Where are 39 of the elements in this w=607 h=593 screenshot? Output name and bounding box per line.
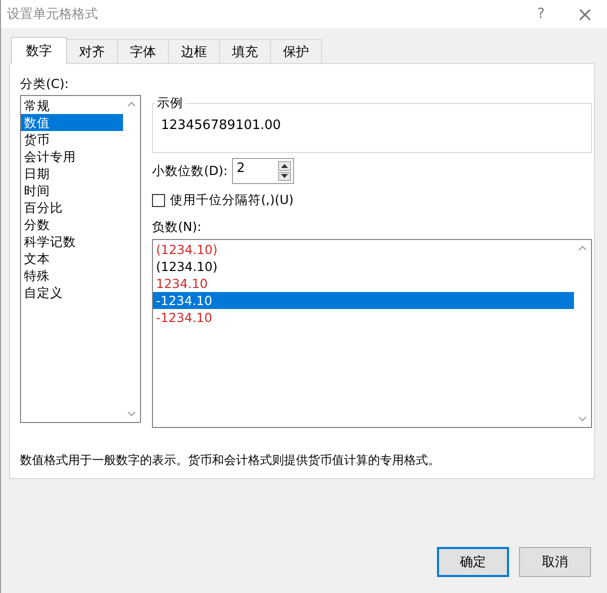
category-item[interactable]: 日期 — [21, 165, 123, 182]
category-item[interactable]: 时间 — [21, 182, 123, 199]
category-label: 分类(C): — [20, 76, 70, 93]
category-item[interactable]: 常规 — [21, 97, 123, 114]
scroll-down-icon — [578, 416, 587, 422]
category-item[interactable]: 特殊 — [21, 267, 123, 284]
category-item[interactable]: 科学记数 — [21, 233, 123, 250]
negative-number-option[interactable]: (1234.10) — [153, 258, 574, 275]
negative-numbers-label: 负数(N): — [152, 219, 202, 236]
sample-value: 123456789101.00 — [161, 118, 282, 133]
category-item[interactable]: 货币 — [21, 131, 123, 148]
checkbox-label: 使用千位分隔符(,)(U) — [170, 192, 294, 209]
description-text: 数值格式用于一般数字的表示。货币和会计格式则提供货币值计算的专用格式。 — [20, 452, 441, 469]
decimal-places-spinner[interactable]: 2 — [232, 158, 294, 184]
category-item[interactable]: 文本 — [21, 250, 123, 267]
negative-number-option[interactable]: 1234.10 — [153, 275, 574, 292]
negative-number-option[interactable]: -1234.10 — [153, 292, 574, 309]
category-item[interactable]: 会计专用 — [21, 148, 123, 165]
spin-down-icon — [280, 174, 288, 178]
checkbox[interactable] — [152, 194, 165, 207]
help-button[interactable]: ? — [519, 0, 563, 28]
cancel-button[interactable]: 取消 — [519, 547, 591, 577]
category-item[interactable]: 数值 — [21, 114, 123, 131]
scroll-down-icon — [127, 411, 136, 417]
spin-up-icon — [280, 164, 288, 168]
group-title: 示例 — [155, 95, 185, 112]
negative-number-option[interactable]: -1234.10 — [153, 309, 574, 326]
ok-button[interactable]: 确定 — [437, 547, 509, 577]
scroll-up-icon — [578, 245, 587, 251]
scroll-up-icon — [127, 101, 136, 107]
tab[interactable]: 保护 — [270, 39, 322, 63]
close-button[interactable]: × — [563, 0, 607, 28]
category-item[interactable]: 自定义 — [21, 284, 123, 301]
tab[interactable]: 数字 — [11, 37, 67, 64]
negative-number-option[interactable]: (1234.10) — [153, 241, 574, 258]
decimal-places-label: 小数位数(D): — [152, 162, 228, 180]
window-title: 设置单元格格式 — [7, 6, 98, 23]
category-item[interactable]: 分数 — [21, 216, 123, 233]
category-item[interactable]: 百分比 — [21, 199, 123, 216]
